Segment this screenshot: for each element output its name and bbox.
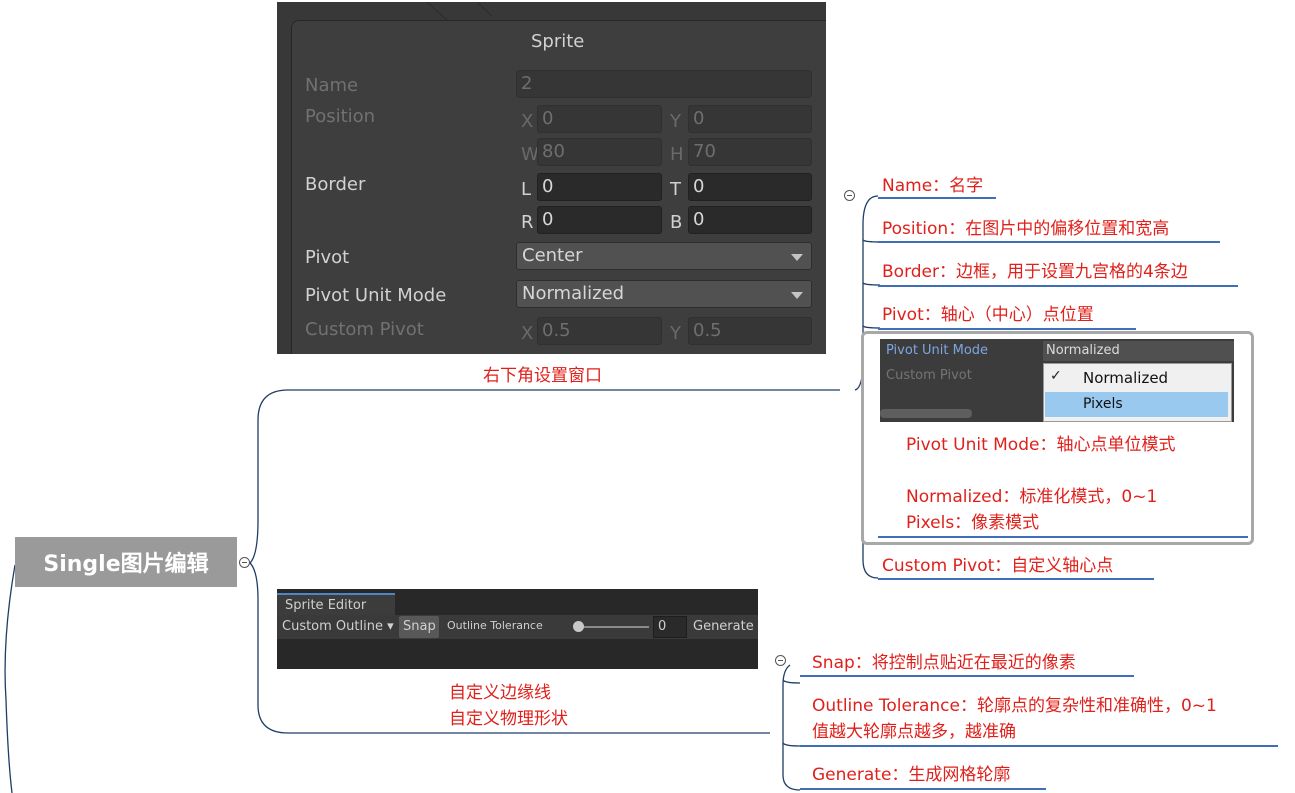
- branch-bottom-caption-line1: 自定义边缘线: [449, 683, 551, 703]
- chevron-down-icon: [791, 292, 803, 299]
- option-pixels-label: Pixels: [1083, 396, 1123, 412]
- note-pivot: Pivot：轴心（中心）点位置: [882, 305, 1094, 325]
- note-position-underline: [878, 241, 1220, 243]
- note-pivot-underline: [878, 328, 1136, 330]
- inspector-frame: Sprite Name 2 Position X 0 Y 0 W 80 H 70…: [291, 20, 826, 354]
- border-l-field[interactable]: 0: [537, 173, 662, 201]
- tolerance-value: 0: [658, 619, 667, 634]
- position-label: Position: [305, 106, 376, 127]
- root-node[interactable]: Single图片编辑: [15, 537, 237, 587]
- y-axis-label: Y: [670, 111, 681, 132]
- note-generate: Generate：生成网格轮廓: [812, 765, 1011, 785]
- position-x-field[interactable]: 0: [537, 105, 662, 133]
- sprite-editor-tab[interactable]: Sprite Editor: [277, 593, 395, 615]
- pivot-unit-mode-mini-screenshot: Pivot Unit Mode Normalized Custom Pivot …: [880, 339, 1234, 422]
- h-axis-label: H: [670, 144, 684, 165]
- pivot-unit-mode-value: Normalized: [522, 283, 625, 304]
- custom-pivot-label: Custom Pivot: [305, 319, 424, 340]
- position-w-field[interactable]: 80: [537, 138, 662, 166]
- sprite-inspector-panel: Sprite Name 2 Position X 0 Y 0 W 80 H 70…: [277, 2, 826, 354]
- check-icon: ✓: [1050, 368, 1062, 384]
- custom-pivot-x-axis-label: X: [521, 323, 534, 344]
- custom-pivot-x-field[interactable]: 0.5: [537, 317, 662, 345]
- note-snap-underline: [800, 675, 1134, 677]
- inspector-title: Sprite: [531, 31, 585, 52]
- toolbar-strip: Custom Outline ▾ Snap Outline Tolerance …: [277, 615, 758, 639]
- note-custom-pivot: Custom Pivot：自定义轴心点: [882, 556, 1114, 576]
- mini-pivot-unit-dropdown[interactable]: Normalized: [1043, 341, 1234, 361]
- name-label: Name: [305, 75, 359, 96]
- tolerance-slider-handle[interactable]: [573, 621, 584, 632]
- r-axis-label: R: [521, 212, 534, 233]
- generate-button[interactable]: Generate: [693, 619, 754, 634]
- sprite-editor-toolbar: Sprite Editor Custom Outline ▾ Snap Outl…: [277, 589, 758, 669]
- snap-button-label: Snap: [403, 619, 436, 634]
- note-custom-pivot-underline: [878, 578, 1154, 580]
- note-border-underline: [878, 285, 1238, 287]
- root-collapse-icon[interactable]: [239, 557, 250, 568]
- note-generate-underline: [800, 788, 1046, 790]
- pivot-unit-mode-dropdown[interactable]: Normalized: [516, 280, 812, 308]
- note-snap: Snap：将控制点贴近在最近的像素: [812, 653, 1076, 673]
- sprite-editor-tab-label: Sprite Editor: [285, 598, 367, 613]
- border-t-field[interactable]: 0: [688, 173, 812, 201]
- pivot-unit-options-menu: ✓ Normalized Pixels: [1043, 363, 1232, 422]
- popup-desc-pivot-unit-mode: Pivot Unit Mode：轴心点单位模式: [906, 435, 1176, 455]
- popup-desc-normalized: Normalized：标准化模式，0~1: [906, 487, 1158, 507]
- mini-pivot-unit-value: Normalized: [1046, 343, 1120, 358]
- tolerance-slider-track[interactable]: [577, 626, 649, 628]
- position-h-field[interactable]: 70: [688, 138, 812, 166]
- option-normalized[interactable]: Normalized: [1083, 369, 1168, 387]
- custom-pivot-y-field[interactable]: 0.5: [688, 317, 812, 345]
- popup-desc-pixels: Pixels：像素模式: [906, 513, 1040, 533]
- branch-top-collapse-icon[interactable]: [844, 190, 855, 201]
- position-y-field[interactable]: 0: [688, 105, 812, 133]
- l-axis-label: L: [521, 179, 532, 200]
- branch-bottom-collapse-icon[interactable]: [775, 655, 786, 666]
- mini-pivot-unit-label: Pivot Unit Mode: [886, 343, 989, 358]
- t-axis-label: T: [670, 179, 681, 200]
- mini-scrollbar[interactable]: [880, 409, 972, 418]
- note-position: Position：在图片中的偏移位置和宽高: [882, 219, 1170, 239]
- option-pixels[interactable]: Pixels: [1045, 392, 1228, 417]
- name-field[interactable]: 2: [516, 70, 812, 98]
- chevron-down-icon: [791, 254, 803, 261]
- border-r-field[interactable]: 0: [537, 206, 662, 234]
- pivot-label: Pivot: [305, 247, 350, 268]
- popup-note-underline: [878, 536, 1248, 538]
- outline-mode-dropdown[interactable]: Custom Outline ▾: [282, 619, 394, 634]
- note-outline-tolerance-line2: 值越大轮廓点越多，越准确: [812, 722, 1016, 742]
- pivot-dropdown-value: Center: [522, 245, 583, 266]
- custom-pivot-y-axis-label: Y: [670, 323, 681, 344]
- note-outline-tolerance: Outline Tolerance：轮廓点的复杂性和准确性，0~1: [812, 696, 1217, 716]
- border-label: Border: [305, 174, 366, 195]
- pivot-dropdown[interactable]: Center: [516, 242, 812, 270]
- note-border: Border：边框，用于设置九宫格的4条边: [882, 262, 1188, 282]
- outline-mode-value: Custom Outline: [282, 619, 383, 634]
- border-b-field[interactable]: 0: [688, 206, 812, 234]
- note-name: Name：名字: [882, 176, 984, 196]
- branch-top-caption: 右下角设置窗口: [483, 366, 602, 386]
- x-axis-label: X: [521, 111, 534, 132]
- b-axis-label: B: [670, 212, 683, 233]
- tolerance-value-field[interactable]: 0: [653, 616, 687, 638]
- pivot-unit-mode-label: Pivot Unit Mode: [305, 285, 447, 306]
- mini-custom-pivot-label: Custom Pivot: [886, 368, 972, 383]
- snap-button[interactable]: Snap: [399, 616, 439, 638]
- note-outline-tolerance-underline: [800, 745, 1278, 747]
- branch-bottom-caption-line2: 自定义物理形状: [449, 709, 568, 729]
- outline-tolerance-label: Outline Tolerance: [447, 619, 543, 632]
- note-name-underline: [878, 197, 996, 199]
